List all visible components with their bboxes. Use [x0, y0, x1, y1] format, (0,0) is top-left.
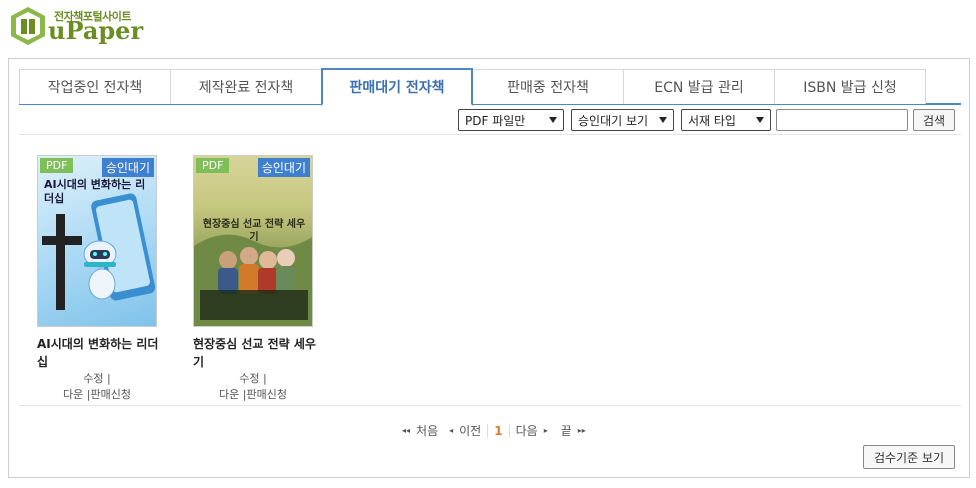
tab-working-ebooks[interactable]: 작업중인 전자책: [19, 69, 171, 104]
search-input[interactable]: [776, 109, 908, 131]
shelf-type-select[interactable]: 서재 타입: [681, 109, 771, 131]
book-actions: 수정 | 다운 |판매신청: [185, 371, 321, 403]
tab-on-sale-ebooks[interactable]: 판매중 전자책: [472, 69, 624, 104]
status-badge: 승인대기: [257, 158, 310, 177]
next-page-icon: ▸: [543, 426, 548, 435]
next-page-link[interactable]: 다음: [516, 422, 538, 439]
book-cover[interactable]: AI시대의 변화하는 리더십 PDF 승인대기: [37, 155, 157, 327]
status-view-select[interactable]: 승인대기 보기: [571, 109, 674, 131]
search-button[interactable]: 검색: [913, 109, 955, 131]
last-page-icon: ▸▸: [577, 426, 586, 435]
main-panel: 작업중인 전자책 제작완료 전자책 판매대기 전자책 판매중 전자책 ECN 발…: [8, 58, 970, 478]
filter-bar: PDF 파일만 승인대기 보기 서재 타입 검색: [19, 109, 961, 135]
first-page-link[interactable]: 처음: [416, 422, 438, 439]
review-criteria-button[interactable]: 검수기준 보기: [863, 445, 955, 469]
logo-brand: uPaper: [48, 16, 144, 45]
tab-ecn-management[interactable]: ECN 발급 관리: [623, 69, 775, 104]
book-title[interactable]: AI시대의 변화하는 리더십: [37, 335, 161, 371]
chevron-down-icon: [756, 117, 764, 123]
status-view-value: 승인대기 보기: [578, 113, 649, 128]
action-divider: |: [107, 372, 111, 385]
pdf-badge: PDF: [196, 158, 230, 173]
chevron-down-icon: [659, 117, 667, 123]
edit-link[interactable]: 수정: [239, 372, 259, 385]
sell-request-link[interactable]: 판매신청: [246, 388, 286, 401]
action-divider: |: [263, 372, 267, 385]
tab-bar: 작업중인 전자책 제작완료 전자책 판매대기 전자책 판매중 전자책 ECN 발…: [19, 68, 961, 106]
tab-pending-sale-ebooks[interactable]: 판매대기 전자책: [321, 68, 473, 106]
cover-title: AI시대의 변화하는 리더십: [44, 178, 146, 205]
prev-page-icon: ◂: [449, 426, 454, 435]
book-cover[interactable]: 현장중심 선교 전략 세우기 PDF 승인대기: [193, 155, 313, 327]
file-type-value: PDF 파일만: [465, 113, 526, 128]
status-badge: 승인대기: [101, 158, 154, 177]
tab-completed-ebooks[interactable]: 제작완료 전자책: [170, 69, 322, 104]
prev-page-link[interactable]: 이전: [459, 422, 481, 439]
download-link[interactable]: 다운: [219, 388, 239, 401]
last-page-link[interactable]: 끝: [561, 422, 572, 439]
pdf-badge: PDF: [40, 158, 74, 173]
edit-link[interactable]: 수정: [83, 372, 103, 385]
book-actions: 수정 | 다운 |판매신청: [29, 371, 165, 403]
download-link[interactable]: 다운: [63, 388, 83, 401]
shelf-type-value: 서재 타입: [688, 113, 736, 128]
cover-title: 현장중심 선교 전략 세우기: [202, 219, 306, 243]
sell-request-link[interactable]: 판매신청: [90, 388, 130, 401]
first-page-icon: ◂◂: [402, 426, 411, 435]
pagination: ◂◂ 처음 ◂ 이전 1 다음 ▸ 끝 ▸▸: [19, 405, 961, 445]
tab-isbn-request[interactable]: ISBN 발급 신청: [774, 69, 926, 104]
file-type-select[interactable]: PDF 파일만: [458, 109, 564, 131]
current-page[interactable]: 1: [487, 423, 510, 438]
book-title[interactable]: 현장중심 선교 전략 세우기: [193, 335, 317, 371]
chevron-down-icon: [549, 117, 557, 123]
site-logo[interactable]: 전자책포털사이트 uPaper: [8, 4, 148, 48]
book-logo-icon: [11, 7, 45, 45]
